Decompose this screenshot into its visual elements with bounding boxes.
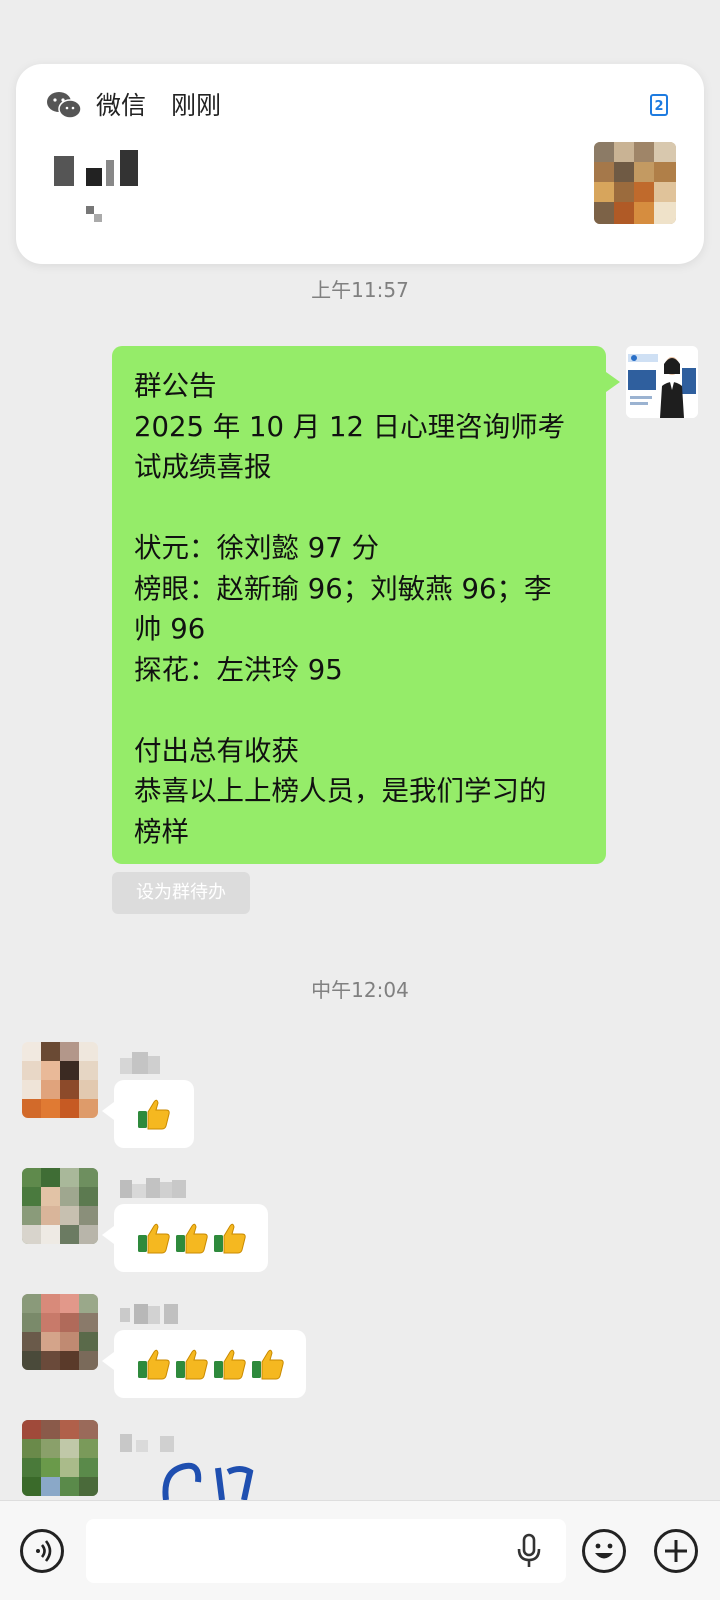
emoji-icon[interactable] [582,1529,626,1573]
microphone-icon[interactable] [514,1533,544,1569]
member-avatar-pixelated[interactable] [22,1042,98,1118]
wechat-icon [47,92,82,119]
announcement-line: 探花：左洪玲 95 [134,653,343,686]
notification-time: 刚刚 [171,91,222,120]
timestamp: 上午11:57 [311,278,409,302]
announcement-line: 榜样 [134,815,189,848]
announcement-line [134,690,586,731]
voice-toggle-icon[interactable] [20,1529,64,1573]
dual-sim-2-icon: 2 [650,94,668,116]
thumbs-up-icon [252,1349,284,1380]
announcement-line: 试成绩喜报 [134,451,272,483]
member-avatar-pixelated[interactable] [22,1294,98,1370]
announcement-line: 恭喜以上上榜人员，是我们学习的 [134,775,547,807]
member-nickname-pixelated [120,1178,186,1198]
thumbs-up-icon [214,1349,246,1380]
partial-sticker [162,1462,254,1500]
member-avatar-pixelated[interactable] [22,1168,98,1244]
member-nickname-pixelated [120,1434,174,1452]
thumbs-up-icon [176,1223,208,1254]
notification-banner[interactable]: 微信 刚刚 2 [16,64,704,264]
thumbs-up-icon [138,1099,170,1130]
set-group-todo-button[interactable]: 设为群待办 [112,872,250,914]
member-nickname-pixelated [120,1052,160,1074]
message-input[interactable] [86,1519,566,1583]
announcement-line: 付出总有收获 [134,734,299,767]
notification-app-name: 微信 [96,91,147,120]
reply-bubble[interactable] [102,1330,306,1398]
thumbs-up-icon [138,1349,170,1380]
thumbs-up-icon [138,1223,170,1254]
timestamp: 中午12:04 [311,978,409,1002]
member-nickname-pixelated [120,1304,178,1324]
announcement-line: 状元：徐刘懿 97 分 [134,532,379,564]
notification-thumbnail-pixelated [594,142,676,224]
announcement-line [134,488,586,529]
reply-bubble[interactable] [102,1204,268,1272]
notification-sender-pixelated [54,150,138,186]
notification-preview-pixelated [86,206,102,222]
announcement-line: 帅 96 [134,613,206,645]
chat-screen: 微信 刚刚 2 上午11:57 群公告 2025 年 10 月 12 日心理咨询 [0,0,720,1600]
own-message-bubble[interactable]: 群公告 2025 年 10 月 12 日心理咨询师考 试成绩喜报 状元：徐刘懿 … [112,346,620,864]
announcement-line: 2025 年 10 月 12 日心理咨询师考 [134,410,566,443]
member-avatar-pixelated[interactable] [22,1420,98,1496]
chat-input-bar [0,1500,720,1600]
thumbs-up-icon [176,1349,208,1380]
announcement-line: 榜眼：赵新瑜 96；刘敏燕 96；李 [134,572,552,605]
thumbs-up-icon [214,1223,246,1254]
own-avatar[interactable] [626,346,698,418]
plus-icon[interactable] [654,1529,698,1573]
reply-bubble[interactable] [102,1080,194,1148]
announcement-line: 群公告 [134,370,217,402]
